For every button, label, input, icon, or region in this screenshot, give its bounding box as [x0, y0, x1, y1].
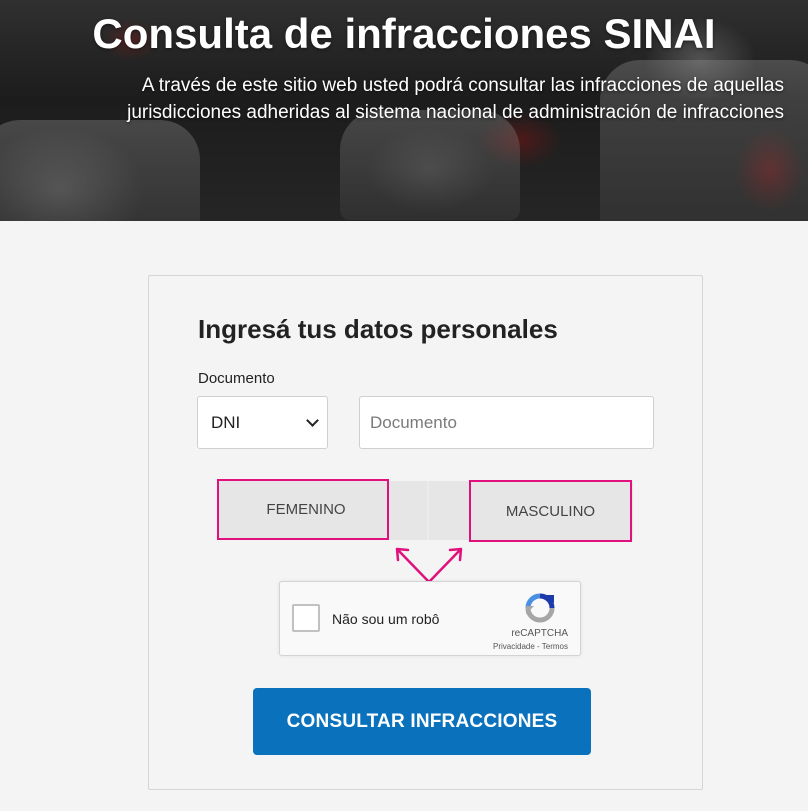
consultar-infracciones-button[interactable]: CONSULTAR INFRACCIONES: [253, 688, 591, 755]
document-number-input[interactable]: [359, 396, 654, 449]
personal-data-form: Ingresá tus datos personales Documento D…: [148, 275, 703, 790]
recaptcha-logo-icon: [525, 593, 555, 623]
recaptcha-terms-link[interactable]: Termos: [542, 642, 568, 651]
recaptcha-links: Privacidade - Termos: [493, 642, 568, 651]
recaptcha-checkbox[interactable]: [292, 604, 320, 632]
page-subtitle: A través de este sitio web usted podrá c…: [127, 75, 784, 123]
form-title: Ingresá tus datos personales: [198, 314, 558, 344]
gender-masculino-button[interactable]: MASCULINO: [469, 480, 632, 542]
gender-divider: [427, 481, 429, 540]
recaptcha-widget: Não sou um robô reCAPTCHA Privacidade - …: [279, 581, 581, 656]
document-type-select[interactable]: DNI: [197, 396, 328, 449]
document-label: Documento: [198, 370, 275, 387]
recaptcha-label: Não sou um robô: [332, 611, 440, 627]
recaptcha-privacy-link[interactable]: Privacidade: [493, 642, 535, 651]
gender-femenino-button[interactable]: FEMENINO: [217, 479, 389, 540]
recaptcha-link-separator: -: [534, 642, 542, 651]
page-title: Consulta de infracciones SINAI: [92, 10, 716, 57]
document-type-value: DNI: [211, 413, 241, 432]
chevron-down-icon: [306, 414, 319, 427]
hero-banner: Consulta de infracciones SINAI A través …: [0, 0, 808, 221]
recaptcha-brand: reCAPTCHA: [511, 628, 568, 639]
